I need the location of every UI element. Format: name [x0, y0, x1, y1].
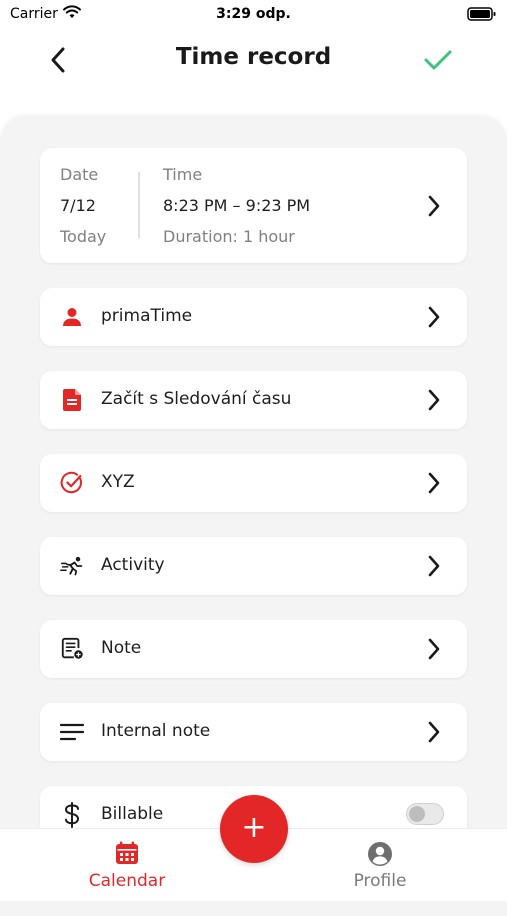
confirm-button[interactable]: [418, 42, 458, 78]
note-row[interactable]: Note: [40, 620, 467, 678]
header: Time record: [0, 28, 507, 92]
tab-calendar-label: Calendar: [88, 871, 166, 891]
date-relative: Today: [60, 227, 107, 246]
status-bar: Carrier 3:29 odp.: [0, 0, 507, 28]
chevron-right-icon: [428, 555, 440, 577]
note-label: Note: [101, 638, 142, 658]
add-button[interactable]: +: [220, 795, 288, 863]
chevron-right-icon: [428, 638, 440, 660]
calendar-icon: [57, 841, 197, 865]
project-label: Začít s Sledování času: [101, 389, 292, 409]
time-label: Time: [163, 165, 203, 184]
task-row[interactable]: XYZ: [40, 454, 467, 512]
clock-label: 3:29 odp.: [216, 6, 291, 22]
billable-toggle[interactable]: [406, 803, 444, 825]
activity-label: Activity: [101, 555, 165, 575]
lines-icon: [60, 720, 84, 744]
chevron-right-icon: [428, 389, 440, 411]
document-icon: [60, 388, 84, 412]
tab-calendar[interactable]: Calendar: [57, 829, 197, 901]
battery-icon: [467, 6, 497, 26]
task-label: XYZ: [101, 472, 135, 492]
running-icon: [60, 554, 84, 578]
time-range: 8:23 PM – 9:23 PM: [163, 196, 311, 215]
project-row[interactable]: Začít s Sledování času: [40, 371, 467, 429]
chevron-right-icon: [428, 306, 440, 328]
client-row[interactable]: primaTime: [40, 288, 467, 346]
datetime-divider: [138, 172, 140, 238]
chevron-right-icon: [428, 721, 440, 743]
profile-icon: [310, 841, 450, 867]
plus-icon: +: [241, 809, 267, 845]
chevron-right-icon: [428, 472, 440, 494]
billable-label: Billable: [101, 804, 164, 824]
date-label: Date: [60, 165, 99, 184]
person-icon: [60, 305, 84, 329]
client-label: primaTime: [101, 306, 193, 326]
internal-note-label: Internal note: [101, 721, 211, 741]
tab-profile[interactable]: Profile: [310, 829, 450, 901]
check-circle-icon: [60, 471, 84, 495]
chevron-right-icon: [428, 195, 440, 217]
internal-note-row[interactable]: Internal note: [40, 703, 467, 761]
activity-row[interactable]: Activity: [40, 537, 467, 595]
duration-label: Duration: 1 hour: [163, 227, 295, 246]
datetime-card[interactable]: Date 7/12 Today Time 8:23 PM – 9:23 PM D…: [40, 148, 467, 263]
note-icon: [60, 637, 84, 661]
dollar-icon: [60, 802, 84, 828]
date-value: 7/12: [60, 196, 96, 215]
toggle-knob: [409, 806, 425, 822]
checkmark-icon: [424, 50, 452, 70]
tab-profile-label: Profile: [353, 871, 407, 891]
